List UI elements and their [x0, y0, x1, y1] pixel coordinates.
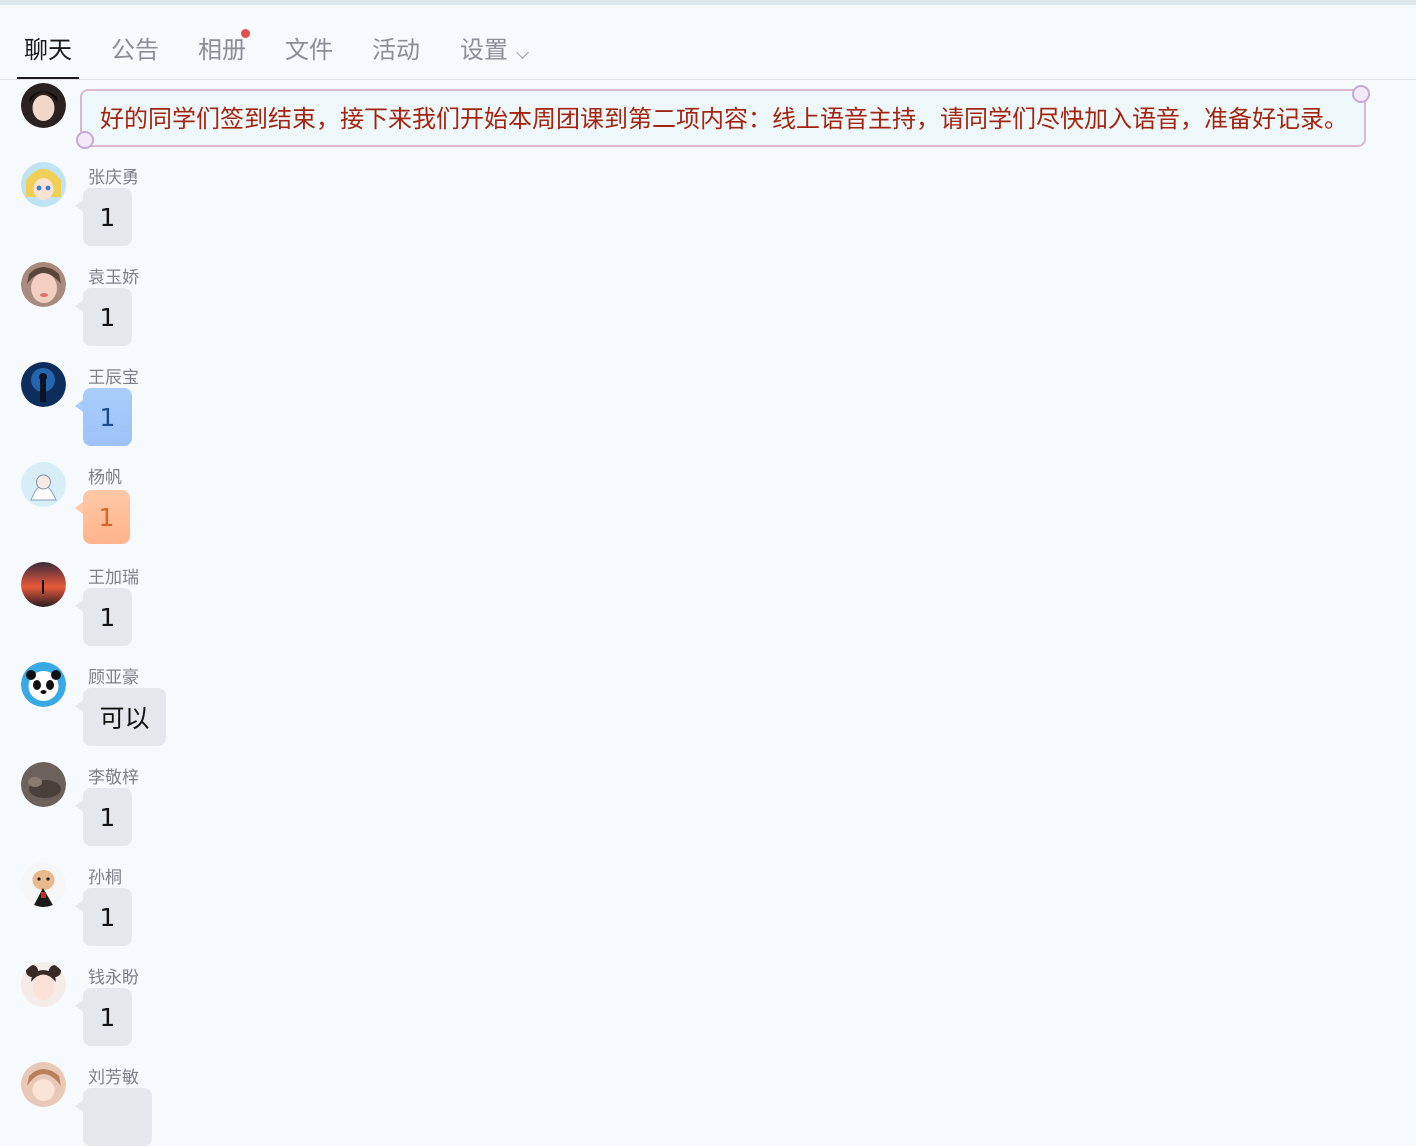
sender-name: 顾亚豪	[88, 668, 139, 688]
sender-name: 钱永盼	[88, 968, 139, 988]
album-badge-dot	[241, 29, 250, 38]
sender-name: 王加瑞	[88, 568, 139, 588]
chevron-down-icon[interactable]	[516, 46, 529, 59]
sender-name: 杨帆	[88, 468, 122, 488]
avatar[interactable]	[21, 862, 66, 907]
message-bubble[interactable]: 1	[75, 588, 132, 646]
sender-name: 孙桐	[88, 868, 122, 888]
message-bubble[interactable]: 1	[75, 988, 132, 1046]
active-tab-underline	[17, 77, 79, 79]
message-bubble[interactable]: 1	[75, 490, 130, 544]
avatar[interactable]	[21, 762, 66, 807]
avatar[interactable]	[21, 662, 66, 707]
bubble-corner-decoration	[1352, 85, 1370, 103]
chat-message-list[interactable]: 好的同学们签到结束，接下来我们开始本周团课到第二项内容：线上语音主持，请同学们尽…	[0, 80, 1416, 1146]
avatar[interactable]	[21, 462, 66, 507]
sender-name: 王辰宝	[88, 368, 139, 388]
message-bubble[interactable]: 1	[75, 788, 132, 846]
avatar[interactable]	[21, 162, 66, 207]
avatar[interactable]	[21, 262, 66, 307]
tab-announcement[interactable]: 公告	[111, 35, 159, 65]
tab-activity[interactable]: 活动	[372, 35, 420, 65]
sender-name: 袁玉娇	[88, 268, 139, 288]
message-bubble[interactable]: 1	[75, 388, 132, 446]
tab-chat[interactable]: 聊天	[24, 35, 72, 65]
tab-bar: 聊天 公告 相册 文件 活动 设置	[0, 5, 1416, 80]
avatar[interactable]	[21, 962, 66, 1007]
sender-name: 李敬梓	[88, 768, 139, 788]
bubble-corner-decoration	[76, 131, 94, 149]
message-bubble[interactable]	[75, 1088, 152, 1146]
announcement-bubble[interactable]: 好的同学们签到结束，接下来我们开始本周团课到第二项内容：线上语音主持，请同学们尽…	[76, 85, 1370, 149]
sender-name: 刘芳敏	[88, 1068, 139, 1088]
avatar[interactable]	[21, 362, 66, 407]
message-bubble[interactable]: 1	[75, 188, 132, 246]
avatar[interactable]	[21, 562, 66, 607]
avatar[interactable]	[21, 1062, 66, 1107]
message-bubble[interactable]: 可以	[75, 688, 166, 746]
tab-files[interactable]: 文件	[285, 35, 333, 65]
tab-album[interactable]: 相册	[198, 35, 246, 65]
sender-name: 张庆勇	[88, 168, 139, 188]
message-bubble[interactable]: 1	[75, 888, 132, 946]
announcement-text: 好的同学们签到结束，接下来我们开始本周团课到第二项内容：线上语音主持，请同学们尽…	[100, 105, 1348, 133]
tab-settings[interactable]: 设置	[460, 35, 508, 65]
avatar[interactable]	[21, 83, 66, 128]
message-bubble[interactable]: 1	[75, 288, 132, 346]
